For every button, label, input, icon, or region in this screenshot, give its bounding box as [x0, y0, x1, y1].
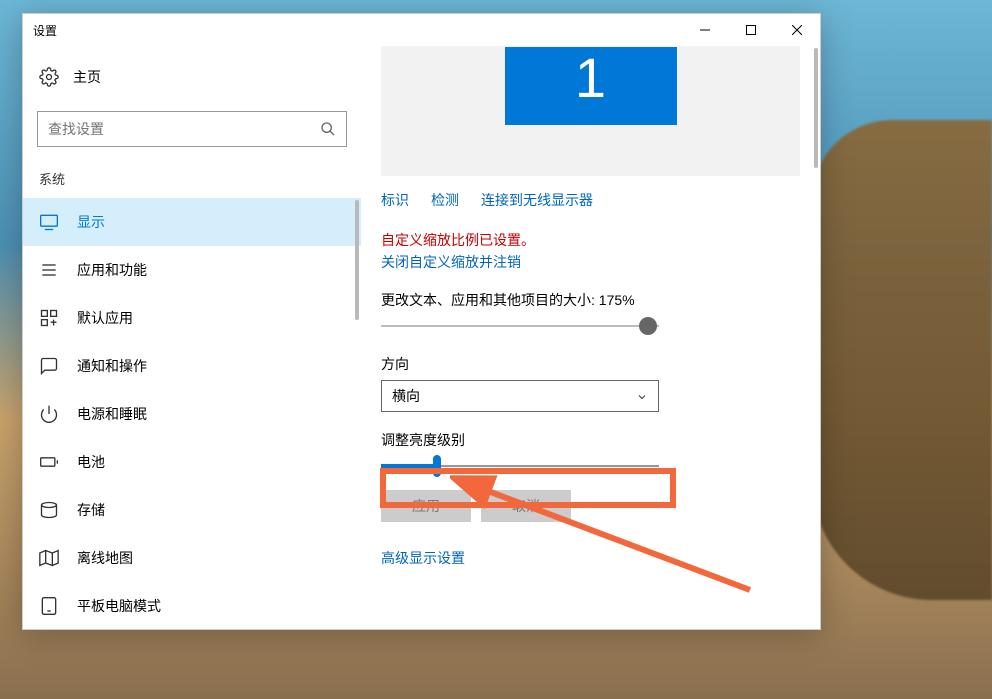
sidebar-item-power[interactable]: 电源和睡眠 [23, 390, 361, 438]
orientation-value: 横向 [392, 386, 420, 406]
desktop-background-rock [812, 120, 992, 600]
orientation-label: 方向 [381, 354, 800, 374]
search-icon [320, 121, 336, 137]
close-icon [792, 25, 802, 35]
sidebar-item-label: 显示 [77, 212, 105, 232]
cancel-button[interactable]: 取消 [481, 490, 571, 522]
scale-slider[interactable] [381, 316, 659, 336]
brightness-label: 调整亮度级别 [381, 430, 800, 450]
sidebar-item-label: 电池 [77, 452, 105, 472]
reset-scale-link[interactable]: 关闭自定义缩放并注销 [381, 254, 521, 270]
display-arrangement[interactable]: 1 [381, 46, 800, 176]
minimize-button[interactable] [682, 14, 728, 46]
content-area: 1 标识 检测 连接到无线显示器 自定义缩放比例已设置。 关闭自定义缩放并注销 … [361, 46, 820, 629]
search-box[interactable] [37, 111, 347, 147]
home-button[interactable]: 主页 [23, 59, 361, 95]
cancel-label: 取消 [512, 496, 540, 516]
brightness-slider[interactable] [381, 456, 659, 476]
slider-fill [381, 464, 437, 468]
titlebar: 设置 [23, 14, 820, 46]
sidebar-item-default-apps[interactable]: 默认应用 [23, 294, 361, 342]
window-controls [682, 14, 820, 46]
display-icon [39, 212, 59, 232]
storage-icon [39, 500, 59, 520]
display-links: 标识 检测 连接到无线显示器 [381, 190, 800, 210]
sidebar-item-label: 电源和睡眠 [77, 404, 147, 424]
sidebar-item-storage[interactable]: 存储 [23, 486, 361, 534]
section-label: 系统 [23, 169, 361, 198]
sidebar-item-label: 通知和操作 [77, 356, 147, 376]
apply-label: 应用 [412, 496, 440, 516]
wireless-display-link[interactable]: 连接到无线显示器 [481, 190, 593, 210]
gear-icon [39, 67, 59, 87]
nav-list: 显示 应用和功能 默认应用 通知和操作 电源和睡眠 [23, 198, 361, 630]
button-row: 应用 取消 [381, 490, 800, 522]
identify-link[interactable]: 标识 [381, 190, 409, 210]
sidebar-item-label: 存储 [77, 500, 105, 520]
tablet-icon [39, 596, 59, 616]
settings-window: 设置 主页 [22, 13, 821, 630]
chevron-down-icon [636, 390, 648, 402]
apps-icon [39, 260, 59, 280]
maximize-icon [746, 25, 756, 35]
sidebar-item-label: 应用和功能 [77, 260, 147, 280]
apply-button[interactable]: 应用 [381, 490, 471, 522]
sidebar: 主页 系统 显示 应用和功能 默认 [23, 46, 361, 629]
maximize-button[interactable] [728, 14, 774, 46]
slider-thumb[interactable] [433, 455, 441, 477]
power-icon [39, 404, 59, 424]
minimize-icon [700, 25, 710, 35]
detect-link[interactable]: 检测 [431, 190, 459, 210]
sidebar-item-label: 默认应用 [77, 308, 133, 328]
sidebar-item-label: 平板电脑模式 [77, 596, 161, 616]
sidebar-item-notifications[interactable]: 通知和操作 [23, 342, 361, 390]
sidebar-item-battery[interactable]: 电池 [23, 438, 361, 486]
sidebar-item-offline-maps[interactable]: 离线地图 [23, 534, 361, 582]
monitor-number: 1 [575, 46, 606, 110]
monitor-1[interactable]: 1 [505, 46, 677, 125]
slider-thumb[interactable] [639, 317, 657, 335]
close-button[interactable] [774, 14, 820, 46]
sidebar-item-apps[interactable]: 应用和功能 [23, 246, 361, 294]
default-apps-icon [39, 308, 59, 328]
notifications-icon [39, 356, 59, 376]
orientation-dropdown[interactable]: 横向 [381, 380, 659, 412]
window-title: 设置 [33, 22, 57, 39]
sidebar-item-display[interactable]: 显示 [23, 198, 361, 246]
scale-label: 更改文本、应用和其他项目的大小: 175% [381, 290, 800, 310]
search-input[interactable] [48, 121, 320, 137]
sidebar-item-label: 离线地图 [77, 548, 133, 568]
slider-track [381, 325, 659, 327]
sidebar-item-tablet-mode[interactable]: 平板电脑模式 [23, 582, 361, 630]
battery-icon [39, 452, 59, 472]
custom-scale-warning: 自定义缩放比例已设置。 [381, 230, 800, 250]
map-icon [39, 548, 59, 568]
home-label: 主页 [73, 67, 101, 87]
advanced-display-link[interactable]: 高级显示设置 [381, 550, 465, 566]
